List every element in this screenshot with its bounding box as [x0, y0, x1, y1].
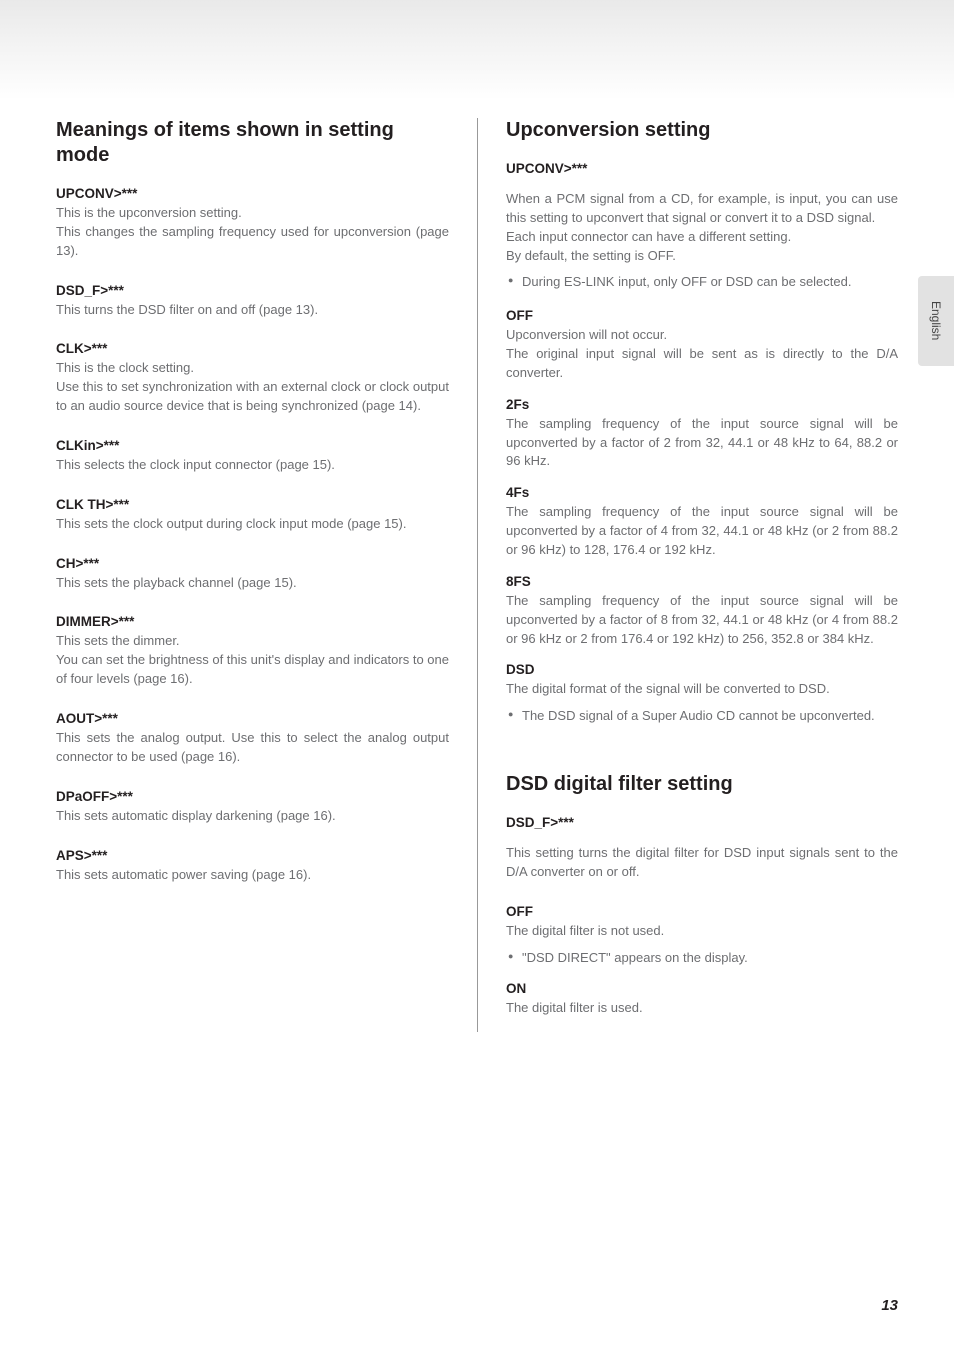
page-number: 13: [881, 1297, 898, 1314]
item-title: CLK>***: [56, 341, 449, 356]
dsd-option-on: ON The digital filter is used.: [506, 981, 898, 1018]
option-title: OFF: [506, 904, 898, 919]
upconv-subhead-block: UPCONV>***: [506, 161, 898, 176]
item-text: This sets automatic display darkening (p…: [56, 807, 449, 826]
item-text: This sets automatic power saving (page 1…: [56, 866, 449, 885]
intro-bullet-list: During ES-LINK input, only OFF or DSD ca…: [506, 273, 898, 292]
option-title: DSD: [506, 662, 898, 677]
right-column: Upconversion setting UPCONV>*** When a P…: [477, 118, 898, 1032]
item-text: This sets the playback channel (page 15)…: [56, 574, 449, 593]
option-text: The original input signal will be sent a…: [506, 345, 898, 383]
item-text: This turns the DSD filter on and off (pa…: [56, 301, 449, 320]
item-clk: CLK>*** This is the clock setting. Use t…: [56, 341, 449, 416]
intro-bullet: During ES-LINK input, only OFF or DSD ca…: [506, 273, 898, 292]
item-text: This selects the clock input connector (…: [56, 456, 449, 475]
item-clkth: CLK TH>*** This sets the clock output du…: [56, 497, 449, 534]
item-text: This is the upconversion setting.: [56, 204, 449, 223]
page-content: Meanings of items shown in setting mode …: [0, 0, 954, 1032]
upconv-heading: Upconversion setting: [506, 118, 898, 143]
option-dsd: DSD The digital format of the signal wil…: [506, 662, 898, 726]
item-dsd-f: DSD_F>*** This turns the DSD filter on a…: [56, 283, 449, 320]
option-bullet: "DSD DIRECT" appears on the display.: [506, 949, 898, 968]
option-off: OFF Upconversion will not occur. The ori…: [506, 308, 898, 383]
item-title: CLK TH>***: [56, 497, 449, 512]
left-column: Meanings of items shown in setting mode …: [56, 118, 477, 1032]
option-text: The sampling frequency of the input sour…: [506, 503, 898, 560]
item-title: UPCONV>***: [56, 186, 449, 201]
item-title: DPaOFF>***: [56, 789, 449, 804]
dsd-heading: DSD digital filter setting: [506, 772, 898, 797]
option-4fs: 4Fs The sampling frequency of the input …: [506, 485, 898, 560]
dsd-subhead-block: DSD_F>***: [506, 815, 898, 830]
dsd-intro: This setting turns the digital filter fo…: [506, 844, 898, 882]
option-8fs: 8FS The sampling frequency of the input …: [506, 574, 898, 649]
option-text: The digital format of the signal will be…: [506, 680, 898, 699]
item-text: This is the clock setting.: [56, 359, 449, 378]
item-text: This changes the sampling frequency used…: [56, 223, 449, 261]
dsd-intro-text: This setting turns the digital filter fo…: [506, 844, 898, 882]
option-text: The sampling frequency of the input sour…: [506, 415, 898, 472]
option-text: The digital filter is used.: [506, 999, 898, 1018]
upconv-subhead: UPCONV>***: [506, 161, 898, 176]
dsd-subhead: DSD_F>***: [506, 815, 898, 830]
intro-text: Each input connector can have a differen…: [506, 228, 898, 247]
item-upconv: UPCONV>*** This is the upconversion sett…: [56, 186, 449, 261]
option-title: OFF: [506, 308, 898, 323]
option-bullet-list: The DSD signal of a Super Audio CD canno…: [506, 707, 898, 726]
option-title: 2Fs: [506, 397, 898, 412]
option-bullet: The DSD signal of a Super Audio CD canno…: [506, 707, 898, 726]
option-title: 8FS: [506, 574, 898, 589]
item-aout: AOUT>*** This sets the analog output. Us…: [56, 711, 449, 767]
item-text: This sets the analog output. Use this to…: [56, 729, 449, 767]
option-title: 4Fs: [506, 485, 898, 500]
option-text: The sampling frequency of the input sour…: [506, 592, 898, 649]
intro-text: By default, the setting is OFF.: [506, 247, 898, 266]
item-dimmer: DIMMER>*** This sets the dimmer. You can…: [56, 614, 449, 689]
item-text: This sets the clock output during clock …: [56, 515, 449, 534]
item-text: This sets the dimmer.: [56, 632, 449, 651]
item-ch: CH>*** This sets the playback channel (p…: [56, 556, 449, 593]
item-aps: APS>*** This sets automatic power saving…: [56, 848, 449, 885]
item-title: CLKin>***: [56, 438, 449, 453]
item-title: APS>***: [56, 848, 449, 863]
item-clkin: CLKin>*** This selects the clock input c…: [56, 438, 449, 475]
intro-text: When a PCM signal from a CD, for example…: [506, 190, 898, 228]
option-text: Upconversion will not occur.: [506, 326, 898, 345]
item-title: AOUT>***: [56, 711, 449, 726]
option-2fs: 2Fs The sampling frequency of the input …: [506, 397, 898, 472]
dsd-option-off: OFF The digital filter is not used. "DSD…: [506, 904, 898, 968]
option-text: The digital filter is not used.: [506, 922, 898, 941]
item-dpaoff: DPaOFF>*** This sets automatic display d…: [56, 789, 449, 826]
option-bullet-list: "DSD DIRECT" appears on the display.: [506, 949, 898, 968]
left-heading: Meanings of items shown in setting mode: [56, 118, 449, 168]
item-text: Use this to set synchronization with an …: [56, 378, 449, 416]
item-title: DIMMER>***: [56, 614, 449, 629]
item-text: You can set the brightness of this unit'…: [56, 651, 449, 689]
upconv-intro: When a PCM signal from a CD, for example…: [506, 190, 898, 292]
option-title: ON: [506, 981, 898, 996]
item-title: DSD_F>***: [56, 283, 449, 298]
item-title: CH>***: [56, 556, 449, 571]
